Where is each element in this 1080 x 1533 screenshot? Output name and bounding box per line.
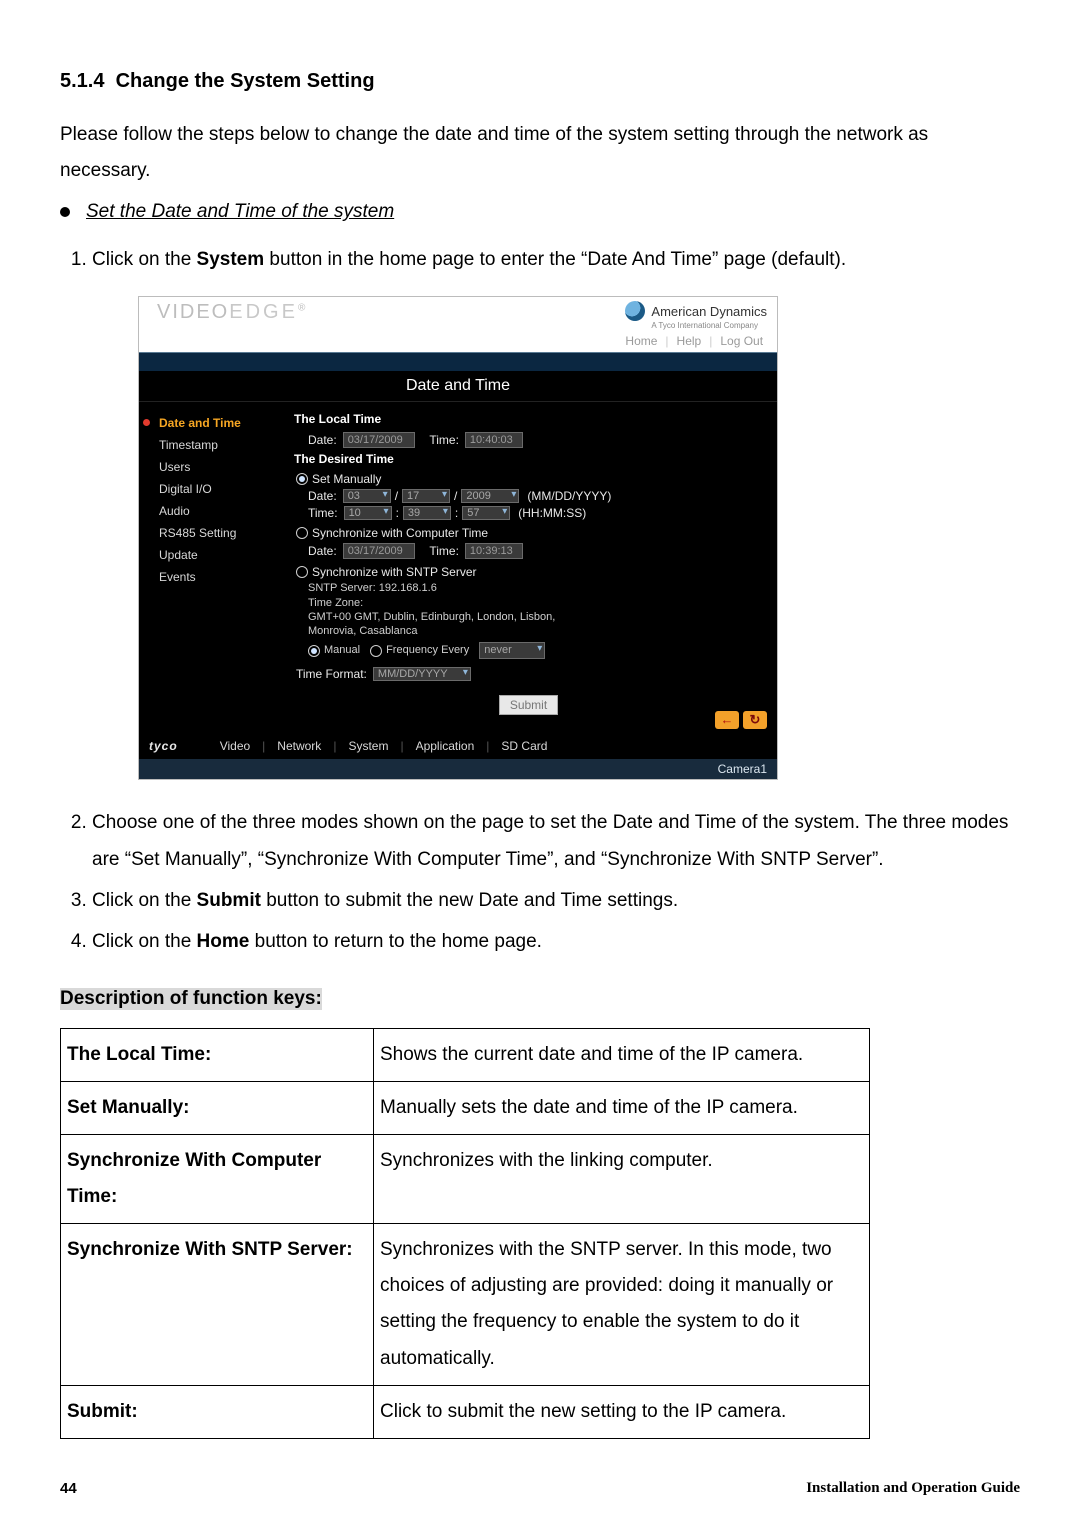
- subheading-bullet: Set the Date and Time of the system: [60, 201, 1020, 223]
- table-row: Submit:Click to submit the new setting t…: [61, 1385, 870, 1438]
- videoedge-logo: VideoEdge®: [157, 301, 307, 324]
- time-format-row: Time Format: MM/DD/YYYY: [296, 667, 763, 681]
- tyco-logo: tyco: [149, 739, 178, 753]
- sidebar-item-update[interactable]: Update: [149, 544, 294, 566]
- submit-button[interactable]: Submit: [499, 695, 558, 715]
- app-header: VideoEdge® American Dynamics A Tyco Inte…: [139, 297, 777, 352]
- manual-month-select[interactable]: 03: [343, 489, 391, 503]
- local-date-value: 03/17/2009: [343, 432, 415, 448]
- header-strip: [139, 352, 777, 371]
- bottom-nav: tyco Video| Network| System| Application…: [139, 733, 777, 759]
- nav-buttons: ← ↻: [715, 711, 767, 729]
- brand-name: American Dynamics: [651, 304, 767, 319]
- manual-hour-select[interactable]: 10: [344, 506, 392, 520]
- back-button[interactable]: ←: [715, 711, 739, 729]
- manual-year-select[interactable]: 2009: [461, 489, 519, 503]
- sidebar-item-rs485[interactable]: RS485 Setting: [149, 522, 294, 544]
- brand-subtitle: A Tyco International Company: [651, 321, 767, 330]
- intro-text: Please follow the steps below to change …: [60, 117, 1020, 189]
- manual-second-select[interactable]: 57: [462, 506, 510, 520]
- radio-icon: [370, 645, 382, 657]
- timezone-value: GMT+00 GMT, Dublin, Edinburgh, London, L…: [308, 610, 568, 639]
- page-footer: 44 Installation and Operation Guide: [60, 1480, 1020, 1497]
- local-time-value: 10:40:03: [465, 432, 523, 448]
- link-help[interactable]: Help: [677, 334, 702, 348]
- table-row: The Local Time:Shows the current date an…: [61, 1028, 870, 1081]
- embedded-screenshot: VideoEdge® American Dynamics A Tyco Inte…: [138, 296, 778, 779]
- section-heading: 5.1.4 Change the System Setting: [60, 70, 1020, 93]
- refresh-icon: ↻: [750, 712, 761, 728]
- radio-icon: [296, 473, 308, 485]
- sidebar: Date and Time Timestamp Users Digital I/…: [139, 402, 294, 714]
- step-3: Click on the Submit button to submit the…: [92, 882, 1020, 919]
- mode-sync-sntp[interactable]: Synchronize with SNTP Server: [296, 565, 763, 579]
- arrow-left-icon: ←: [721, 712, 734, 727]
- tab-video[interactable]: Video: [208, 739, 262, 753]
- local-time-heading: The Local Time: [294, 412, 763, 426]
- manual-minute-select[interactable]: 39: [403, 506, 451, 520]
- tab-network[interactable]: Network: [265, 739, 333, 753]
- sntp-mode-row: Manual Frequency Every never: [308, 642, 763, 658]
- bullet-icon: [60, 207, 70, 217]
- tab-system[interactable]: System: [336, 739, 400, 753]
- frequency-select[interactable]: never: [479, 642, 545, 658]
- table-row: Synchronize With SNTP Server:Synchronize…: [61, 1224, 870, 1385]
- mode-set-manually[interactable]: Set Manually: [296, 472, 763, 486]
- function-keys-heading: Description of function keys:: [60, 988, 322, 1010]
- sntp-mode-manual[interactable]: Manual: [308, 643, 360, 657]
- radio-icon: [308, 645, 320, 657]
- sidebar-item-events[interactable]: Events: [149, 566, 294, 588]
- link-home[interactable]: Home: [625, 334, 657, 348]
- sntp-server-value: 192.168.1.6: [379, 582, 437, 594]
- desired-time-heading: The Desired Time: [294, 452, 763, 466]
- refresh-button[interactable]: ↻: [743, 711, 767, 729]
- brand-block: American Dynamics A Tyco International C…: [625, 301, 767, 348]
- globe-icon: [625, 301, 645, 321]
- sidebar-item-date-time[interactable]: Date and Time: [149, 412, 294, 434]
- time-format-select[interactable]: MM/DD/YYYY: [373, 667, 471, 681]
- step-4: Click on the Home button to return to th…: [92, 923, 1020, 960]
- subheading-text: Set the Date and Time of the system: [86, 201, 394, 223]
- computer-time-value: 10:39:13: [465, 543, 523, 559]
- function-keys-table: The Local Time:Shows the current date an…: [60, 1028, 870, 1439]
- local-time-row: Date: 03/17/2009 Time: 10:40:03: [308, 432, 763, 448]
- top-links: Home| Help| Log Out: [625, 334, 767, 348]
- section-title-text: Change the System Setting: [116, 70, 375, 92]
- table-row: Synchronize With Computer Time:Synchroni…: [61, 1135, 870, 1224]
- sntp-server-row: SNTP Server: 192.168.1.6: [308, 581, 763, 595]
- sntp-mode-frequency[interactable]: Frequency Every: [370, 643, 469, 657]
- computer-date-value: 03/17/2009: [343, 543, 415, 559]
- settings-form: The Local Time Date: 03/17/2009 Time: 10…: [294, 402, 777, 714]
- tab-application[interactable]: Application: [404, 739, 487, 753]
- computer-time-row: Date: 03/17/2009 Time: 10:39:13: [308, 543, 763, 559]
- manual-page: 5.1.4 Change the System Setting Please f…: [0, 0, 1080, 1533]
- footer-guide: Installation and Operation Guide: [806, 1480, 1020, 1497]
- tab-sd-card[interactable]: SD Card: [489, 739, 559, 753]
- steps-list: Click on the System button in the home p…: [60, 241, 1020, 278]
- radio-icon: [296, 527, 308, 539]
- step-2: Choose one of the three modes shown on t…: [92, 804, 1020, 878]
- section-number: 5.1.4: [60, 70, 104, 92]
- table-row: Set Manually:Manually sets the date and …: [61, 1082, 870, 1135]
- link-logout[interactable]: Log Out: [720, 334, 763, 348]
- timezone-label: Time Zone:: [308, 596, 763, 610]
- page-number: 44: [60, 1480, 77, 1497]
- sidebar-item-audio[interactable]: Audio: [149, 500, 294, 522]
- manual-date-row: Date: 03/ 17/ 2009 (MM/DD/YYYY): [308, 489, 763, 503]
- sidebar-item-users[interactable]: Users: [149, 456, 294, 478]
- camera-bar: Camera1: [139, 759, 777, 779]
- page-title: Date and Time: [139, 371, 777, 402]
- manual-day-select[interactable]: 17: [402, 489, 450, 503]
- mode-sync-computer[interactable]: Synchronize with Computer Time: [296, 526, 763, 540]
- radio-icon: [296, 566, 308, 578]
- step-1: Click on the System button in the home p…: [92, 241, 1020, 278]
- manual-time-row: Time: 10: 39: 57 (HH:MM:SS): [308, 506, 763, 520]
- sidebar-item-timestamp[interactable]: Timestamp: [149, 434, 294, 456]
- sidebar-item-digital-io[interactable]: Digital I/O: [149, 478, 294, 500]
- steps-list-continued: Choose one of the three modes shown on t…: [60, 804, 1020, 960]
